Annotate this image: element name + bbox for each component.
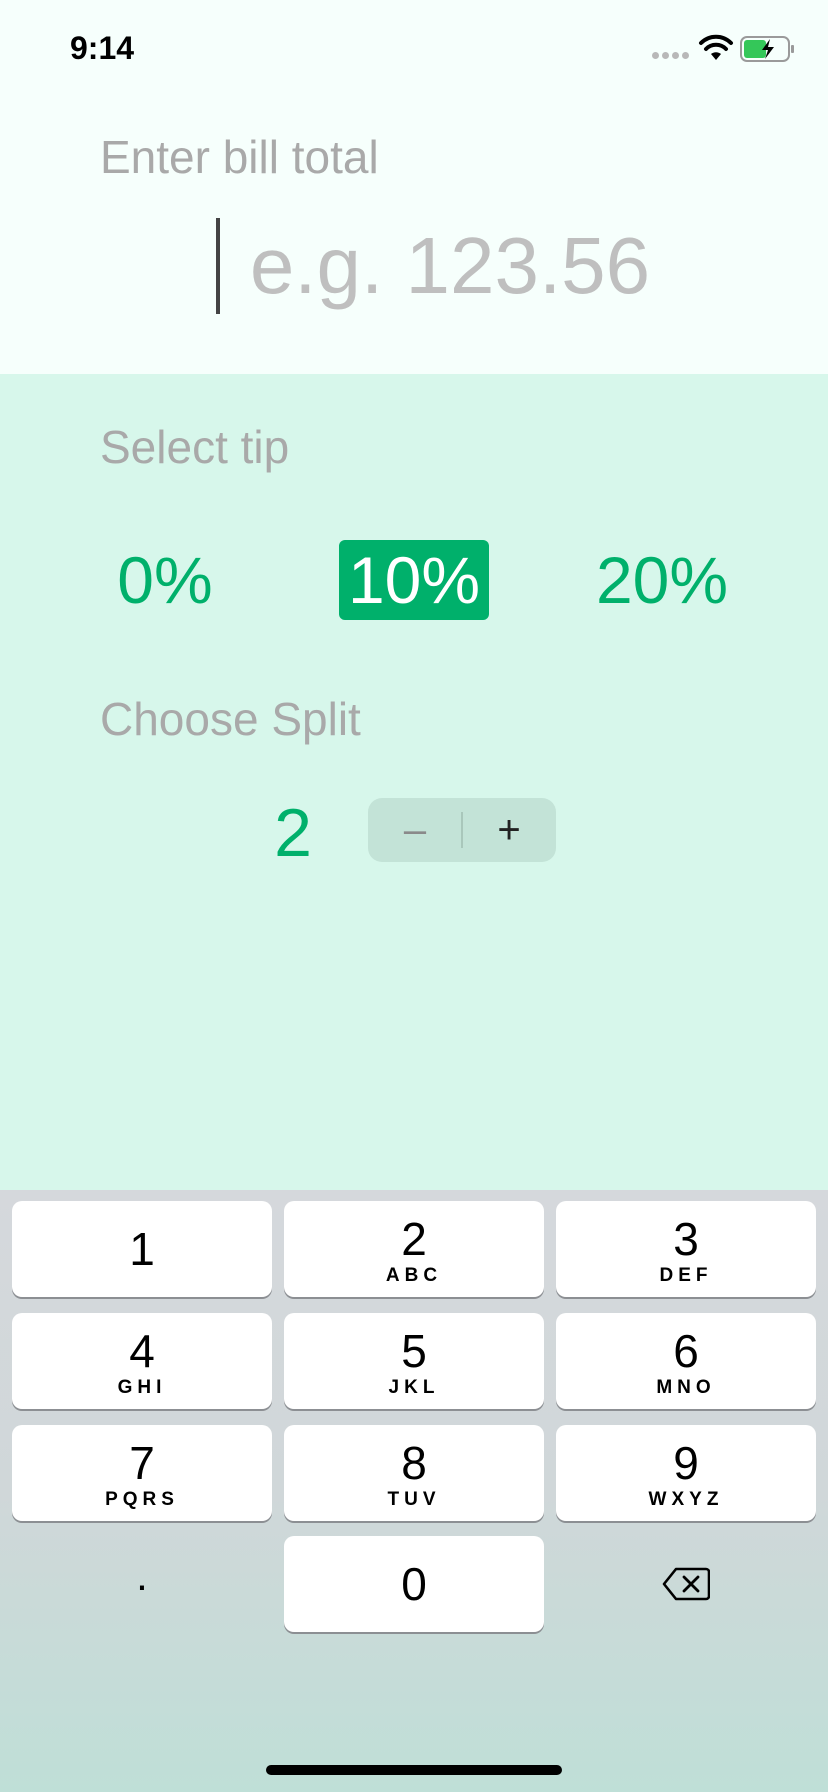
split-stepper: – + bbox=[368, 798, 556, 862]
status-bar: 9:14 bbox=[0, 0, 828, 100]
wifi-icon bbox=[699, 34, 733, 60]
key-3[interactable]: 3 DEF bbox=[556, 1201, 816, 1297]
key-digit: 3 bbox=[673, 1213, 699, 1265]
key-digit: 5 bbox=[401, 1325, 427, 1377]
key-7[interactable]: 7 PQRS bbox=[12, 1425, 272, 1521]
key-letters: MNO bbox=[656, 1377, 716, 1398]
key-delete[interactable] bbox=[556, 1536, 816, 1632]
split-label: Choose Split bbox=[100, 693, 361, 745]
bill-total-label: Enter bill total bbox=[100, 131, 379, 183]
tip-option-0[interactable]: 0% bbox=[100, 540, 230, 620]
key-letters: DEF bbox=[659, 1265, 713, 1286]
split-value: 2 bbox=[274, 795, 312, 871]
key-letters: ABC bbox=[385, 1265, 443, 1286]
tip-split-section: Select tip 0% 10% 20% Choose Split 2 – + bbox=[0, 374, 828, 1190]
key-letters: WXYZ bbox=[648, 1489, 724, 1510]
key-letters: GHI bbox=[117, 1377, 167, 1398]
stepper-decrement-button[interactable]: – bbox=[368, 798, 462, 862]
key-digit: 7 bbox=[129, 1437, 155, 1489]
tip-option-10-selected[interactable]: 10% bbox=[339, 540, 489, 620]
bill-input-section: 9:14 Enter bill total bbox=[0, 0, 828, 374]
backspace-icon bbox=[662, 1567, 710, 1601]
home-indicator bbox=[266, 1765, 562, 1775]
key-letters: TUV bbox=[387, 1489, 441, 1510]
key-letters: PQRS bbox=[105, 1489, 179, 1510]
key-6[interactable]: 6 MNO bbox=[556, 1313, 816, 1409]
key-2[interactable]: 2 ABC bbox=[284, 1201, 544, 1297]
plus-icon: + bbox=[497, 807, 521, 852]
bill-total-input[interactable] bbox=[200, 216, 700, 316]
tip-label: Select tip bbox=[100, 421, 290, 473]
key-digit: 0 bbox=[401, 1558, 427, 1610]
key-0[interactable]: 0 bbox=[284, 1536, 544, 1632]
text-cursor bbox=[216, 218, 220, 314]
key-8[interactable]: 8 TUV bbox=[284, 1425, 544, 1521]
key-decimal[interactable]: . bbox=[12, 1536, 272, 1632]
tip-option-20[interactable]: 20% bbox=[582, 540, 742, 620]
key-5[interactable]: 5 JKL bbox=[284, 1313, 544, 1409]
key-digit: 8 bbox=[401, 1437, 427, 1489]
key-digit: 2 bbox=[401, 1213, 427, 1265]
key-digit: 6 bbox=[673, 1325, 699, 1377]
key-digit: 1 bbox=[129, 1223, 155, 1275]
key-digit: 9 bbox=[673, 1437, 699, 1489]
key-1[interactable]: 1 bbox=[12, 1201, 272, 1297]
key-letters: JKL bbox=[388, 1377, 440, 1398]
minus-icon: – bbox=[403, 807, 427, 852]
key-4[interactable]: 4 GHI bbox=[12, 1313, 272, 1409]
key-digit: 4 bbox=[129, 1325, 155, 1377]
battery-charging-icon bbox=[740, 36, 794, 62]
key-9[interactable]: 9 WXYZ bbox=[556, 1425, 816, 1521]
status-time: 9:14 bbox=[70, 30, 135, 66]
signal-dots-icon bbox=[652, 52, 689, 59]
stepper-increment-button[interactable]: + bbox=[462, 798, 556, 862]
numeric-keyboard: 1 2 ABC 3 DEF 4 GHI 5 JKL 6 MNO 7 PQRS 8… bbox=[0, 1190, 828, 1792]
